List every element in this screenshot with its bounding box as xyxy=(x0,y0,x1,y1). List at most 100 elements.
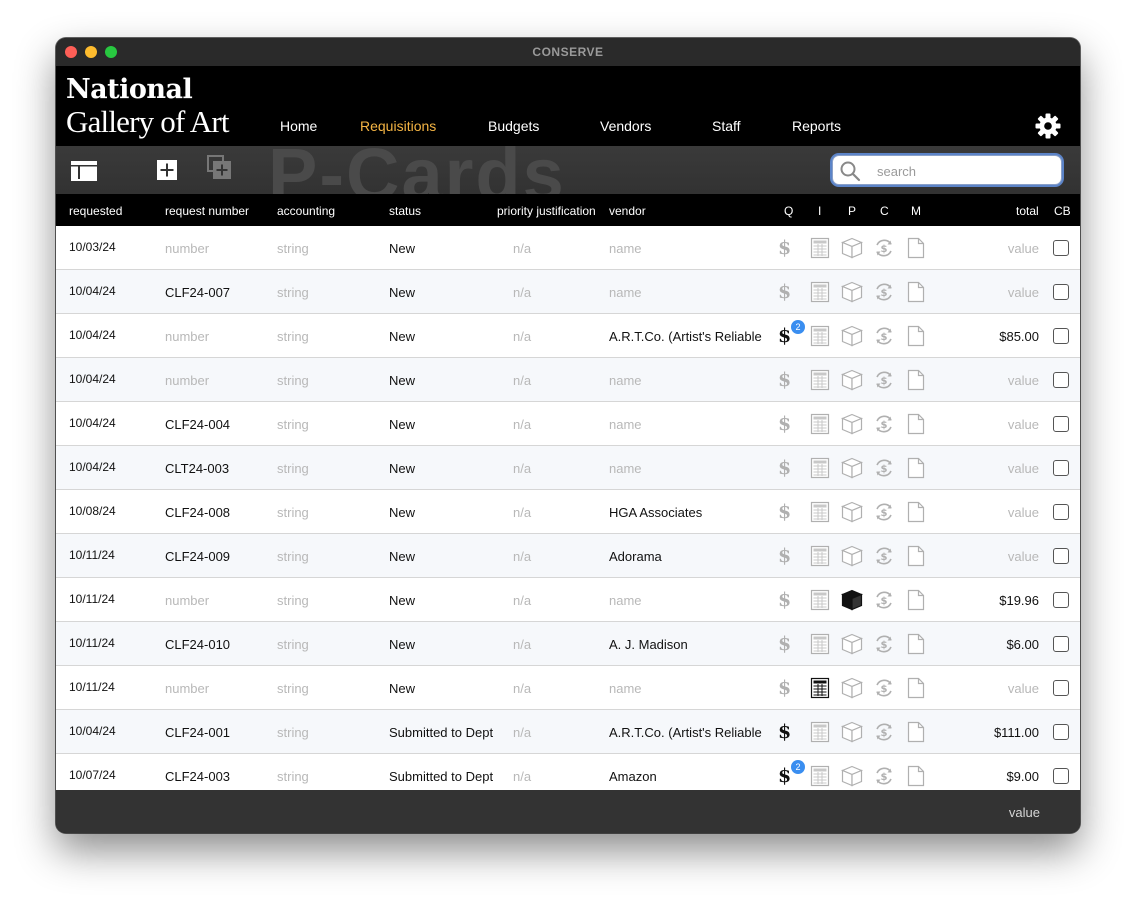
quote-icon[interactable]: $ xyxy=(778,633,800,655)
row-checkbox[interactable] xyxy=(1053,328,1069,344)
invoice-icon[interactable] xyxy=(809,721,831,743)
col-request-number[interactable]: request number xyxy=(165,204,249,218)
package-icon[interactable] xyxy=(841,325,863,347)
row-checkbox[interactable] xyxy=(1053,768,1069,784)
credit-refresh-icon[interactable]: $ xyxy=(873,765,895,787)
quote-icon[interactable]: $ xyxy=(778,545,800,567)
credit-refresh-icon[interactable]: $ xyxy=(873,721,895,743)
memo-document-icon[interactable] xyxy=(905,413,927,435)
quote-icon[interactable]: $ xyxy=(778,413,800,435)
quote-icon[interactable]: $ 2 xyxy=(778,760,805,787)
table-row[interactable]: 10/11/24 CLF24-010 string New n/a A. J. … xyxy=(56,622,1080,666)
col-cb[interactable]: CB xyxy=(1054,204,1071,218)
col-q[interactable]: Q xyxy=(784,204,793,218)
memo-document-icon[interactable] xyxy=(905,589,927,611)
col-i[interactable]: I xyxy=(818,204,821,218)
table-row[interactable]: 10/08/24 CLF24-008 string New n/a HGA As… xyxy=(56,490,1080,534)
memo-document-icon[interactable] xyxy=(905,369,927,391)
credit-refresh-icon[interactable]: $ xyxy=(873,677,895,699)
row-checkbox[interactable] xyxy=(1053,460,1069,476)
invoice-icon[interactable] xyxy=(809,765,831,787)
invoice-icon[interactable] xyxy=(809,677,831,699)
package-icon[interactable] xyxy=(841,633,863,655)
table-row[interactable]: 10/11/24 number string New n/a name $ $ … xyxy=(56,666,1080,710)
row-checkbox[interactable] xyxy=(1053,636,1069,652)
quote-icon[interactable]: $ xyxy=(778,281,800,303)
table-row[interactable]: 10/04/24 number string New n/a A.R.T.Co.… xyxy=(56,314,1080,358)
credit-refresh-icon[interactable]: $ xyxy=(873,501,895,523)
col-accounting[interactable]: accounting xyxy=(277,204,335,218)
credit-refresh-icon[interactable]: $ xyxy=(873,369,895,391)
credit-refresh-icon[interactable]: $ xyxy=(873,633,895,655)
row-checkbox[interactable] xyxy=(1053,416,1069,432)
package-icon[interactable] xyxy=(841,237,863,259)
package-icon[interactable] xyxy=(841,677,863,699)
credit-refresh-icon[interactable]: $ xyxy=(873,589,895,611)
quote-icon[interactable]: $ xyxy=(778,589,800,611)
package-icon[interactable] xyxy=(841,589,863,611)
memo-document-icon[interactable] xyxy=(905,545,927,567)
row-checkbox[interactable] xyxy=(1053,724,1069,740)
memo-document-icon[interactable] xyxy=(905,721,927,743)
col-vendor[interactable]: vendor xyxy=(609,204,646,218)
table-row[interactable]: 10/03/24 number string New n/a name $ $ … xyxy=(56,226,1080,270)
invoice-icon[interactable] xyxy=(809,369,831,391)
table-row[interactable]: 10/04/24 CLF24-007 string New n/a name $ xyxy=(56,270,1080,314)
credit-refresh-icon[interactable]: $ xyxy=(873,325,895,347)
add-icon[interactable] xyxy=(157,160,177,180)
nav-reports[interactable]: Reports xyxy=(792,118,841,134)
memo-document-icon[interactable] xyxy=(905,501,927,523)
quote-icon[interactable]: $ 2 xyxy=(778,320,805,347)
nav-home[interactable]: Home xyxy=(280,118,317,134)
invoice-icon[interactable] xyxy=(809,237,831,259)
quote-icon[interactable]: $ xyxy=(778,677,800,699)
invoice-icon[interactable] xyxy=(809,501,831,523)
layout-toggle-icon[interactable] xyxy=(71,161,97,181)
col-status[interactable]: status xyxy=(389,204,421,218)
col-p[interactable]: P xyxy=(848,204,856,218)
memo-document-icon[interactable] xyxy=(905,677,927,699)
memo-document-icon[interactable] xyxy=(905,281,927,303)
invoice-icon[interactable] xyxy=(809,457,831,479)
col-m[interactable]: M xyxy=(911,204,921,218)
credit-refresh-icon[interactable]: $ xyxy=(873,281,895,303)
search-field[interactable] xyxy=(832,155,1062,185)
invoice-icon[interactable] xyxy=(809,545,831,567)
row-checkbox[interactable] xyxy=(1053,504,1069,520)
quote-icon[interactable]: $ xyxy=(778,501,800,523)
nav-requisitions[interactable]: Requisitions xyxy=(360,118,436,134)
package-icon[interactable] xyxy=(841,545,863,567)
table-row[interactable]: 10/11/24 CLF24-009 string New n/a Adoram… xyxy=(56,534,1080,578)
package-icon[interactable] xyxy=(841,721,863,743)
credit-refresh-icon[interactable]: $ xyxy=(873,545,895,567)
table-row[interactable]: 10/04/24 CLT24-003 string New n/a name $ xyxy=(56,446,1080,490)
package-icon[interactable] xyxy=(841,765,863,787)
memo-document-icon[interactable] xyxy=(905,237,927,259)
memo-document-icon[interactable] xyxy=(905,765,927,787)
memo-document-icon[interactable] xyxy=(905,633,927,655)
row-checkbox[interactable] xyxy=(1053,372,1069,388)
row-checkbox[interactable] xyxy=(1053,680,1069,696)
memo-document-icon[interactable] xyxy=(905,325,927,347)
credit-refresh-icon[interactable]: $ xyxy=(873,457,895,479)
credit-refresh-icon[interactable]: $ xyxy=(873,237,895,259)
memo-document-icon[interactable] xyxy=(905,457,927,479)
invoice-icon[interactable] xyxy=(809,325,831,347)
credit-refresh-icon[interactable]: $ xyxy=(873,413,895,435)
table-row[interactable]: 10/11/24 number string New n/a name $ $ … xyxy=(56,578,1080,622)
invoice-icon[interactable] xyxy=(809,281,831,303)
nav-budgets[interactable]: Budgets xyxy=(488,118,539,134)
package-icon[interactable] xyxy=(841,501,863,523)
nav-staff[interactable]: Staff xyxy=(712,118,741,134)
package-icon[interactable] xyxy=(841,457,863,479)
invoice-icon[interactable] xyxy=(809,413,831,435)
search-input[interactable] xyxy=(875,161,1049,181)
table-row[interactable]: 10/04/24 number string New n/a name $ $ … xyxy=(56,358,1080,402)
table-row[interactable]: 10/07/24 CLF24-003 string Submitted to D… xyxy=(56,754,1080,790)
quote-icon[interactable]: $ xyxy=(778,721,800,743)
duplicate-icon[interactable] xyxy=(207,155,233,181)
invoice-icon[interactable] xyxy=(809,633,831,655)
row-checkbox[interactable] xyxy=(1053,592,1069,608)
table-row[interactable]: 10/04/24 CLF24-004 string New n/a name $ xyxy=(56,402,1080,446)
quote-icon[interactable]: $ xyxy=(778,369,800,391)
